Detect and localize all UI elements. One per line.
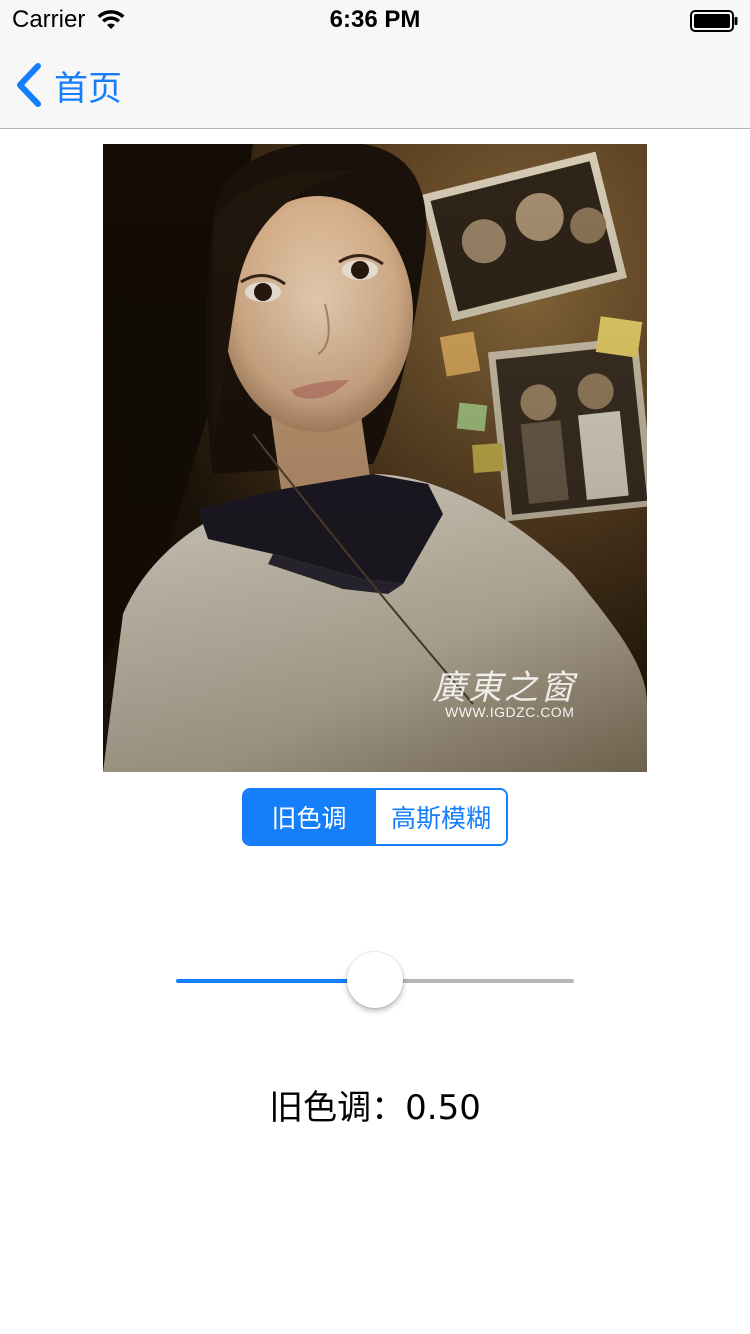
slider-track-filled bbox=[176, 979, 375, 983]
back-button[interactable]: 首页 bbox=[14, 58, 122, 112]
photo-watermark-url: WWW.IGDZC.COM bbox=[445, 704, 575, 720]
chevron-left-icon bbox=[17, 63, 41, 107]
status-bar: Carrier 6:36 PM bbox=[0, 0, 750, 40]
filtered-photo: 廣東之窗 WWW.IGDZC.COM bbox=[103, 144, 647, 772]
filter-segmented-control: 旧色调 高斯模糊 bbox=[242, 788, 508, 846]
photo-watermark-text: 廣東之窗 bbox=[432, 668, 576, 708]
navigation-bar: 首页 bbox=[0, 40, 750, 129]
status-time: 6:36 PM bbox=[329, 6, 421, 33]
slider-track-empty bbox=[375, 979, 574, 983]
screen: Carrier 6:36 PM 首页 廣東之窗 WWW.IGDZC.COM 旧色… bbox=[0, 0, 750, 1334]
slider-thumb[interactable] bbox=[347, 952, 403, 1008]
segment-gaussian-blur[interactable]: 高斯模糊 bbox=[374, 790, 506, 844]
back-button-label: 首页 bbox=[54, 68, 122, 109]
value-label: 旧色调：0.50 bbox=[269, 1088, 481, 1128]
intensity-slider[interactable] bbox=[176, 950, 574, 1010]
battery-icon bbox=[690, 10, 738, 32]
segment-sepia[interactable]: 旧色调 bbox=[244, 790, 374, 844]
